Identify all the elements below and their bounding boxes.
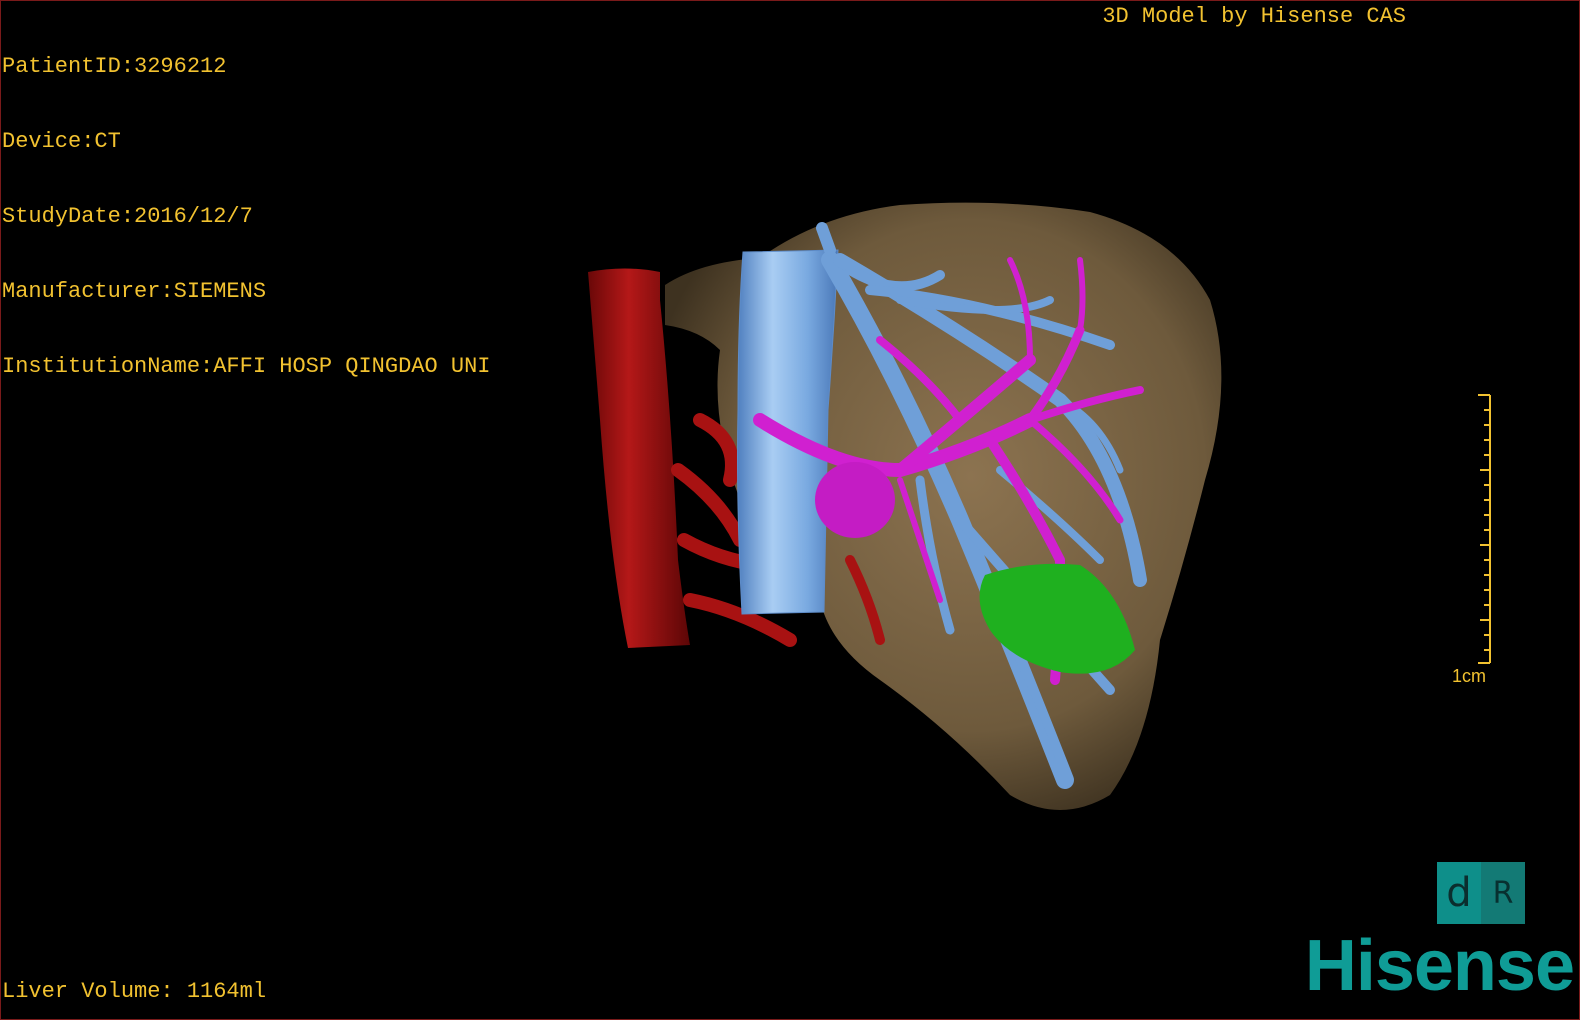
institution-text: InstitutionName:AFFI HOSP QINGDAO UNI [2,354,491,379]
device-text: Device:CT [2,129,121,154]
scale-label: 1cm [1452,666,1487,686]
orientation-cube[interactable]: d R [1437,862,1525,924]
patient-info-panel: PatientID:3296212 Device:CT StudyDate:20… [2,4,490,404]
manufacturer-text: Manufacturer:SIEMENS [2,279,267,304]
hisense-logo: Hisense [1304,926,1575,1006]
orientation-right-face: R [1481,862,1525,924]
patient-id-text: PatientID:3296212 [2,54,227,79]
orientation-left-face: d [1446,870,1472,916]
scale-ruler [1478,394,1491,664]
study-date-text: StudyDate:2016/12/7 [2,204,253,229]
portal-confluence [815,462,895,538]
model-credit-text: 3D Model by Hisense CAS [1102,4,1406,29]
liver-volume-text: Liver Volume: 1164ml [2,979,267,1004]
